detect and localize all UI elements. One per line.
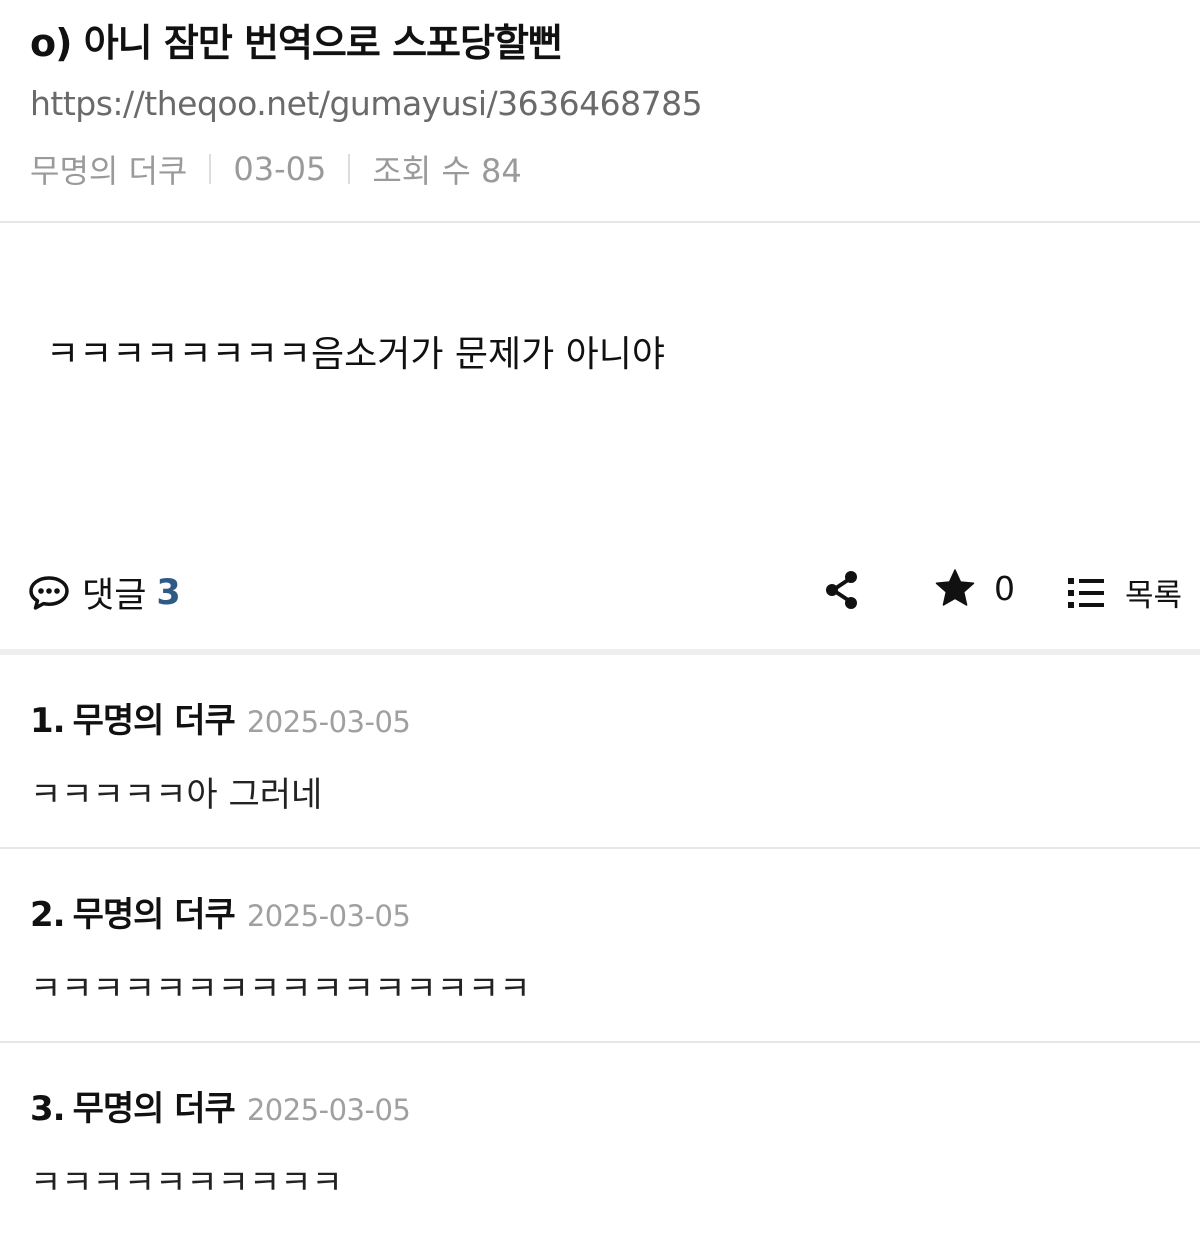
action-bar: 댓글 3 0 목록 [0, 560, 1200, 620]
comment-label: 댓글 [82, 576, 147, 616]
list-label: 목록 [1125, 578, 1183, 614]
comment-author: 무명의 더쿠 [72, 701, 236, 741]
comment-header: 2. 무명의 더쿠 2025-03-05 [30, 887, 411, 936]
comment-text: ㅋㅋㅋㅋㅋㅋㅋㅋㅋㅋㅋㅋㅋㅋㅋㅋ [30, 969, 531, 1009]
list-icon [1068, 577, 1104, 608]
post-meta: 무명의 더쿠 03-05 조회 수 84 [30, 146, 522, 192]
post-date: 03-05 [233, 150, 327, 188]
post-title: o) 아니 잠만 번역으로 스포당할뻔 [30, 21, 563, 65]
comment-number: 1. [30, 701, 66, 741]
comment-item: 3. 무명의 더쿠 2025-03-05 ㅋㅋㅋㅋㅋㅋㅋㅋㅋㅋ [0, 1043, 1200, 1237]
post-author: 무명의 더쿠 [30, 152, 188, 190]
meta-divider [348, 154, 351, 184]
comment-text: ㅋㅋㅋㅋㅋ아 그러네 [30, 775, 323, 815]
comment-date: 2025-03-05 [246, 899, 411, 933]
post-header: o) 아니 잠만 번역으로 스포당할뻔 https://theqoo.net/g… [0, 0, 1200, 223]
comment-item: 1. 무명의 더쿠 2025-03-05 ㅋㅋㅋㅋㅋ아 그러네 [0, 655, 1200, 849]
comment-count-button[interactable]: 댓글 3 [28, 567, 181, 618]
speech-bubble-icon [29, 575, 69, 610]
comment-header: 1. 무명의 더쿠 2025-03-05 [30, 693, 411, 742]
share-icon [826, 571, 857, 609]
comment-count: 3 [156, 572, 181, 613]
post-url[interactable]: https://theqoo.net/gumayusi/3636468785 [30, 84, 703, 123]
star-count: 0 [994, 568, 1015, 608]
comment-header: 3. 무명의 더쿠 2025-03-05 [30, 1081, 411, 1130]
star-icon [935, 569, 975, 606]
star-button[interactable]: 0 [934, 568, 1015, 608]
comment-date: 2025-03-05 [246, 1093, 411, 1127]
comment-author: 무명의 더쿠 [72, 895, 236, 935]
comment-text: ㅋㅋㅋㅋㅋㅋㅋㅋㅋㅋ [30, 1163, 343, 1203]
list-button[interactable]: 목록 [1067, 570, 1182, 615]
meta-divider [209, 154, 212, 184]
comment-item: 2. 무명의 더쿠 2025-03-05 ㅋㅋㅋㅋㅋㅋㅋㅋㅋㅋㅋㅋㅋㅋㅋㅋ [0, 849, 1200, 1043]
share-button[interactable] [824, 570, 860, 610]
post-views: 조회 수 84 [372, 152, 522, 190]
comment-number: 3. [30, 1089, 66, 1129]
comment-author: 무명의 더쿠 [72, 1089, 236, 1129]
comment-number: 2. [30, 895, 66, 935]
comment-date: 2025-03-05 [246, 705, 411, 739]
post-body: ㅋㅋㅋㅋㅋㅋㅋㅋ음소거가 문제가 아니야 [46, 334, 666, 375]
